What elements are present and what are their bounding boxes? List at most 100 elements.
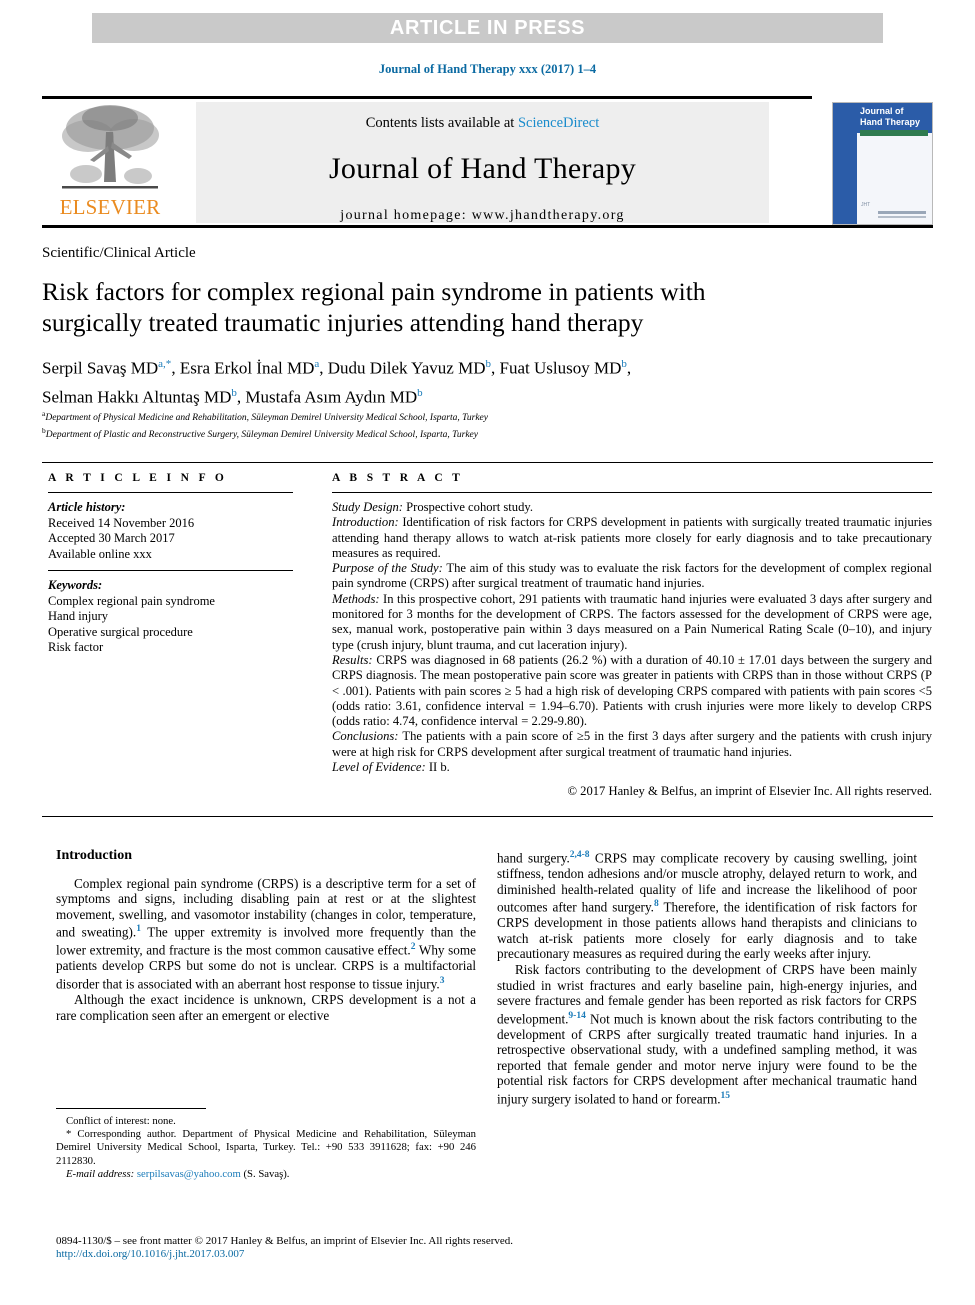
- author-line-2: Selman Hakkı Altuntaş MD b, Mustafa Asım …: [42, 381, 932, 410]
- article-accepted-date: Accepted 30 March 2017: [48, 531, 175, 545]
- intro-p3-a: hand surgery.: [497, 850, 570, 866]
- abstract-section-purpose: Purpose of the Study: The aim of this st…: [332, 561, 932, 592]
- page-title: Risk factors for complex regional pain s…: [42, 276, 922, 338]
- journal-header-box: Contents lists available at ScienceDirec…: [196, 102, 769, 223]
- abstract-text-level-of-evidence: II b.: [425, 760, 450, 775]
- affiliation-a-text: Department of Physical Medicine and Reha…: [45, 413, 488, 424]
- cover-title-line2: Hand Therapy: [860, 117, 921, 127]
- masthead-top-rule: [42, 96, 812, 99]
- abstract-text-results: CRPS was diagnosed in 68 patients (26.2 …: [332, 652, 932, 729]
- author-sup-a-star: a,*: [158, 358, 172, 370]
- author-mustafa-asim-aydin: , Mustafa Asım Aydın MD: [236, 387, 418, 407]
- citation-ref-15[interactable]: 15: [721, 1091, 731, 1101]
- doi-link[interactable]: http://dx.doi.org/10.1016/j.jht.2017.03.…: [56, 1248, 244, 1260]
- abstract-section-conclusions: Conclusions: The patients with a pain sc…: [332, 729, 932, 760]
- author-list: Serpil Savaş MDa,*, Esra Erkol İnal MDa,…: [42, 352, 932, 409]
- abstract-label-level-of-evidence: Level of Evidence:: [332, 760, 426, 775]
- author-serpil-savas: Serpil Savaş MD: [42, 358, 159, 378]
- abstract-label-conclusions: Conclusions:: [332, 729, 399, 744]
- author-dudu-dilek-yavuz: , Dudu Dilek Yavuz MD: [319, 358, 486, 378]
- citation-ref-2-4-8[interactable]: 2,4-8: [570, 850, 590, 860]
- cover-footer-line-2: [878, 216, 926, 218]
- intro-paragraph-3: Risk factors contributing to the develop…: [497, 962, 917, 1107]
- article-type-label: Scientific/Clinical Article: [42, 245, 196, 261]
- elsevier-wordmark: ELSEVIER: [59, 195, 161, 219]
- abstract-rule: [332, 492, 932, 493]
- journal-cover-thumbnail: Journal of Hand Therapy JHT: [832, 102, 933, 225]
- article-available-online: Available online xxx: [48, 546, 152, 561]
- abstract-text-study-design: Prospective cohort study.: [403, 500, 533, 514]
- intro-paragraph-2: Although the exact incidence is unknown,…: [56, 991, 476, 1023]
- affiliation-list: aDepartment of Physical Medicine and Reh…: [42, 408, 932, 441]
- abstract-section-methods: Methods: In this prospective cohort, 291…: [332, 592, 932, 653]
- abstract-label-results: Results:: [332, 652, 373, 667]
- article-info-column: A R T I C L E I N F O Article history: R…: [48, 472, 293, 656]
- journal-title: Journal of Hand Therapy: [328, 152, 637, 185]
- keyword-item-3: Risk factor: [48, 640, 104, 654]
- intro-paragraph-2-cont: hand surgery.2,4-8 CRPS may complicate r…: [497, 848, 917, 962]
- abstract-text-introduction: Identification of risk factors for CRPS …: [332, 515, 932, 560]
- abstract-heading: A B S T R A C T: [332, 472, 464, 484]
- infoblock-top-rule: [42, 462, 933, 463]
- abstract-column: A B S T R A C T Study Design: Prospectiv…: [332, 472, 932, 799]
- citation-ref-3[interactable]: 3: [440, 976, 445, 986]
- article-in-press-label: ARTICLE IN PRESS: [389, 17, 586, 39]
- abstract-label-study-design: Study Design:: [332, 500, 403, 514]
- email-owner: (S. Savaş).: [240, 1167, 290, 1180]
- abstract-label-purpose: Purpose of the Study:: [332, 561, 443, 576]
- footnote-corresponding-author: * Corresponding author. Department of Ph…: [56, 1128, 476, 1167]
- affiliation-a: aDepartment of Physical Medicine and Reh…: [42, 408, 932, 425]
- abstract-section-introduction: Introduction: Identification of risk fac…: [332, 515, 932, 561]
- issn-copyright-line: 0894-1130/$ – see front matter © 2017 Ha…: [56, 1235, 514, 1247]
- keyword-item-0: Complex regional pain syndrome: [48, 593, 215, 608]
- journal-homepage-line[interactable]: journal homepage: www.jhandtherapy.org: [196, 208, 769, 224]
- footnote-block: Conflict of interest: none. * Correspond…: [56, 1115, 476, 1181]
- elsevier-logo: ELSEVIER: [48, 102, 172, 222]
- infoblock-bottom-rule: [42, 816, 933, 817]
- abstract-copyright: © 2017 Hanley & Belfus, an imprint of El…: [567, 784, 932, 799]
- cover-left-band: [833, 133, 857, 224]
- journal-masthead: ELSEVIER Contents lists available at Sci…: [42, 96, 933, 228]
- body-column-right: hand surgery.2,4-8 CRPS may complicate r…: [497, 848, 917, 1107]
- cover-title-line1: Journal of: [860, 106, 904, 116]
- abstract-section-level-of-evidence: Level of Evidence: II b.: [332, 760, 932, 775]
- author-line1-tail: ,: [626, 358, 632, 378]
- author-selman-hakki-altuntas: Selman Hakkı Altuntaş MD: [42, 387, 232, 407]
- author-esra-erkol-inal: , Esra Erkol İnal MD: [171, 358, 315, 378]
- cover-title: Journal of Hand Therapy: [860, 106, 930, 128]
- email-address-label: E-mail address:: [66, 1167, 135, 1180]
- cover-footer-line-1: [878, 211, 926, 214]
- introduction-heading: Introduction: [56, 848, 132, 863]
- abstract-label-methods: Methods:: [332, 591, 380, 606]
- citation-ref-9-14[interactable]: 9-14: [568, 1011, 585, 1021]
- affiliation-b: bDepartment of Plastic and Reconstructiv…: [42, 425, 932, 442]
- sciencedirect-link[interactable]: ScienceDirect: [518, 115, 599, 131]
- elsevier-tree-icon: [62, 105, 159, 189]
- abstract-text-methods: In this prospective cohort, 291 patients…: [332, 591, 932, 652]
- keywords-label: Keywords:: [48, 578, 103, 592]
- keyword-item-1: Hand injury: [48, 609, 109, 623]
- contents-prefix: Contents lists available at: [365, 115, 518, 131]
- article-info-rule: [48, 492, 293, 493]
- footnote-conflict-of-interest: Conflict of interest: none.: [66, 1115, 176, 1127]
- article-title-line2: surgically treated traumatic injuries at…: [42, 308, 644, 337]
- footnote-rule: [56, 1108, 206, 1109]
- author-sup-b-4: b: [417, 386, 423, 399]
- cover-footer-mark: JHT: [861, 202, 871, 208]
- masthead-bottom-rule: [42, 225, 933, 228]
- author-line-1: Serpil Savaş MDa,*, Esra Erkol İnal MDa,…: [42, 352, 932, 381]
- email-address-link[interactable]: serpilsavas@yahoo.com: [137, 1168, 241, 1180]
- article-title-line1: Risk factors for complex regional pain s…: [42, 277, 706, 306]
- abstract-text-conclusions: The patients with a pain score of ≥5 in …: [332, 729, 932, 759]
- article-history-label: Article history:: [48, 500, 126, 514]
- cover-accent-bar: [860, 130, 928, 136]
- abstract-label-introduction: Introduction:: [332, 515, 399, 530]
- article-in-press-banner: ARTICLE IN PRESS: [92, 13, 883, 43]
- running-head: Journal of Hand Therapy xxx (2017) 1–4: [378, 62, 597, 76]
- author-fuat-uslusoy: , Fuat Uslusoy MD: [491, 358, 622, 378]
- footnote-email: E-mail address: serpilsavas@yahoo.com (S…: [56, 1168, 476, 1181]
- article-received-date: Received 14 November 2016: [48, 515, 195, 530]
- abstract-section-results: Results: CRPS was diagnosed in 68 patien…: [332, 653, 932, 729]
- keywords-block: Keywords: Complex regional pain syndrome…: [48, 578, 293, 656]
- journal-article-page: ARTICLE IN PRESS Journal of Hand Therapy…: [0, 0, 975, 1305]
